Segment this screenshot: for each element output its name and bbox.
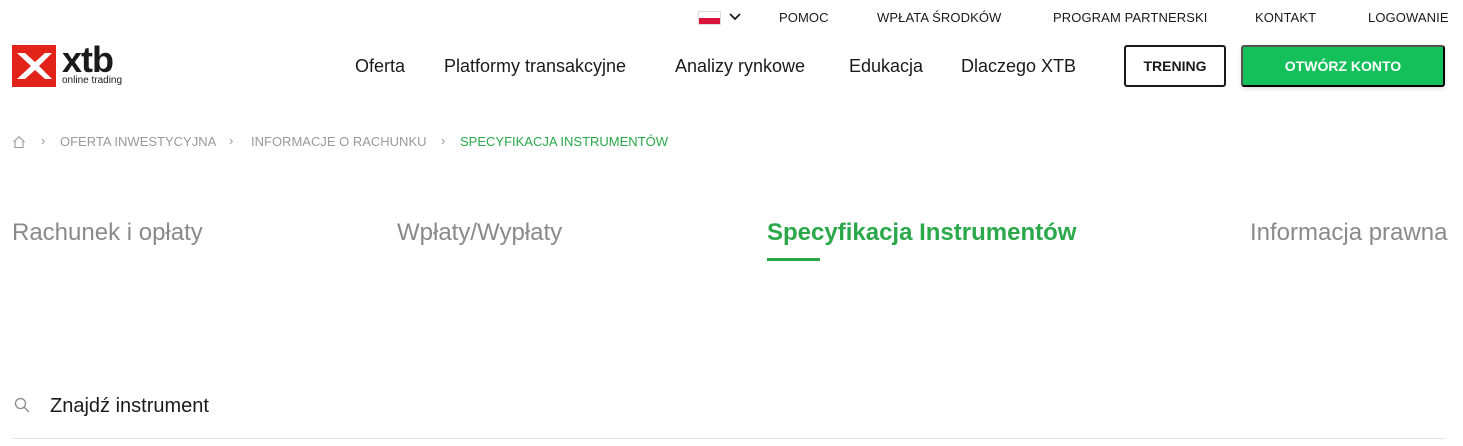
- breadcrumb-item-account-info[interactable]: INFORMACJE O RACHUNKU: [251, 134, 427, 149]
- top-link-contact[interactable]: KONTAKT: [1255, 10, 1316, 25]
- top-link-login[interactable]: LOGOWANIE: [1368, 10, 1449, 25]
- tab-account-fees[interactable]: Rachunek i opłaty: [12, 219, 203, 247]
- instrument-search-input[interactable]: [50, 392, 1445, 420]
- nav-item-education[interactable]: Edukacja: [849, 56, 923, 77]
- breadcrumb-separator: ›: [441, 133, 446, 148]
- xtb-logo-mark-icon: [12, 45, 56, 87]
- search-icon: [14, 397, 30, 413]
- breadcrumb-item-offer[interactable]: OFERTA INWESTYCYJNA: [60, 134, 216, 149]
- top-link-help[interactable]: POMOC: [779, 10, 829, 25]
- search-underline: [12, 438, 1445, 439]
- tab-deposits-withdrawals[interactable]: Wpłaty/Wypłaty: [397, 219, 562, 247]
- tab-instrument-specification[interactable]: Specyfikacja Instrumentów: [767, 219, 1076, 247]
- nav-item-market-analysis[interactable]: Analizy rynkowe: [675, 56, 805, 77]
- nav-item-offer[interactable]: Oferta: [355, 56, 405, 77]
- trening-button[interactable]: TRENING: [1124, 45, 1226, 87]
- active-tab-indicator: [767, 258, 820, 261]
- open-account-button[interactable]: OTWÓRZ KONTO: [1241, 45, 1445, 87]
- breadcrumb-separator: ›: [229, 133, 234, 148]
- chevron-down-icon[interactable]: [728, 10, 742, 24]
- tab-legal-information[interactable]: Informacja prawna: [1250, 219, 1447, 247]
- top-link-deposit[interactable]: WPŁATA ŚRODKÓW: [877, 10, 1001, 25]
- xtb-logo[interactable]: xtb online trading: [12, 39, 132, 89]
- top-utility-bar: POMOC WPŁATA ŚRODKÓW PROGRAM PARTNERSKI …: [0, 0, 1463, 34]
- breadcrumb-item-current: SPECYFIKACJA INSTRUMENTÓW: [460, 134, 669, 149]
- poland-flag-icon[interactable]: [698, 11, 721, 25]
- home-icon[interactable]: [12, 135, 26, 149]
- logo-tagline: online trading: [62, 75, 123, 86]
- nav-item-platforms[interactable]: Platformy transakcyjne: [444, 56, 626, 77]
- breadcrumb-separator: ›: [41, 133, 46, 148]
- nav-item-why-xtb[interactable]: Dlaczego XTB: [961, 56, 1076, 77]
- top-link-partner-program[interactable]: PROGRAM PARTNERSKI: [1053, 10, 1207, 25]
